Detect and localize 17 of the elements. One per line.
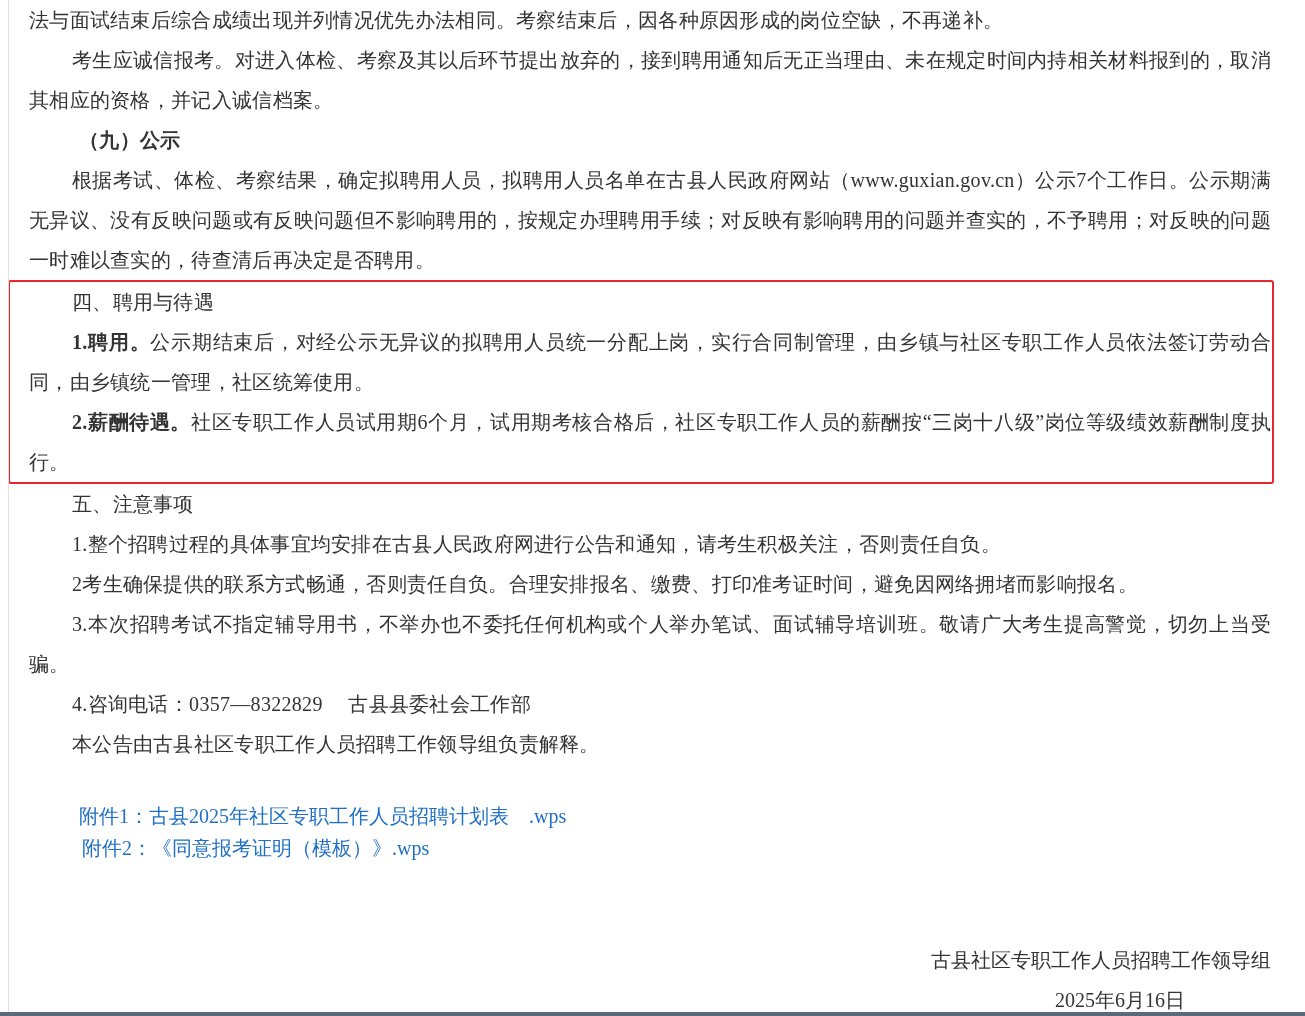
paragraph-text: 1.整个招聘过程的具体事宜均安排在古县人民政府网进行公告和通知，请考生积极关注，否则责任自负。	[71, 532, 1003, 557]
paragraph-text: 1.聘用。公示期结束后，对经公示无异议的拟聘用人员统一分配上岗，实行合同制管理，由乡镇与社区专职工作人员依法签订劳动合同，由乡镇统一管理，社区统筹使用。	[29, 330, 1271, 395]
date-text: 2025年6月16日	[1054, 988, 1186, 1012]
paragraph-text: 法与面试结束后综合成绩出现并列情况优先办法相同。考察结束后，因各种原因形成的岗位空缺，不再递补。	[29, 8, 1005, 33]
attachment-link[interactable]: 附件1：古县2025年社区专职工作人员招聘计划表 .wps	[79, 800, 567, 832]
paragraph-text: 4.咨询电话：0357—8322829 古县县委社会工作部	[71, 692, 532, 717]
attachment-link[interactable]: 附件2：《同意报考证明（模板）》.wps	[82, 832, 430, 864]
paragraph-text: 五、注意事项	[71, 492, 195, 517]
section-heading: （九）公示	[78, 128, 182, 153]
paragraph-text: 3.本次招聘考试不指定辅导用书，不举办也不委托任何机构或个人举办笔试、面试辅导培训班。敬请广大考生提高警觉，切勿上当受骗。	[29, 612, 1271, 677]
paragraph-text: 根据考试、体检、考察结果，确定拟聘用人员，拟聘用人员名单在古县人民政府网站（www.guxian.gov.cn）公示7个工作日。公示期满无异议、没有反映问题或有反映问题但不影响聘用的，按规定办理聘用手续；对反映有影响聘用的问题并查实的，不予聘用；对反映的问题一时难以查实的，待查清后再决定是否聘用。	[29, 168, 1271, 273]
signature-text: 古县社区专职工作人员招聘工作领导组	[930, 948, 1271, 973]
paragraph-text: 四、聘用与待遇	[71, 290, 216, 315]
paragraph-text: 2.薪酬待遇。社区专职工作人员试用期6个月，试用期考核合格后，社区专职工作人员的薪酬按“三岗十八级”岗位等级绩效薪酬制度执行。	[29, 410, 1271, 475]
paragraph-text: 2考生确保提供的联系方式畅通，否则责任自负。合理安排报名、缴费、打印准考证时间，避免因网络拥堵而影响报名。	[71, 572, 1139, 597]
paragraph-text: 考生应诚信报考。对进入体检、考察及其以后环节提出放弃的，接到聘用通知后无正当理由、未在规定时间内持相关材料报到的，取消其相应的资格，并记入诚信档案。	[29, 48, 1271, 113]
paragraph-text: 本公告由古县社区专职工作人员招聘工作领导组负责解释。	[71, 732, 601, 757]
